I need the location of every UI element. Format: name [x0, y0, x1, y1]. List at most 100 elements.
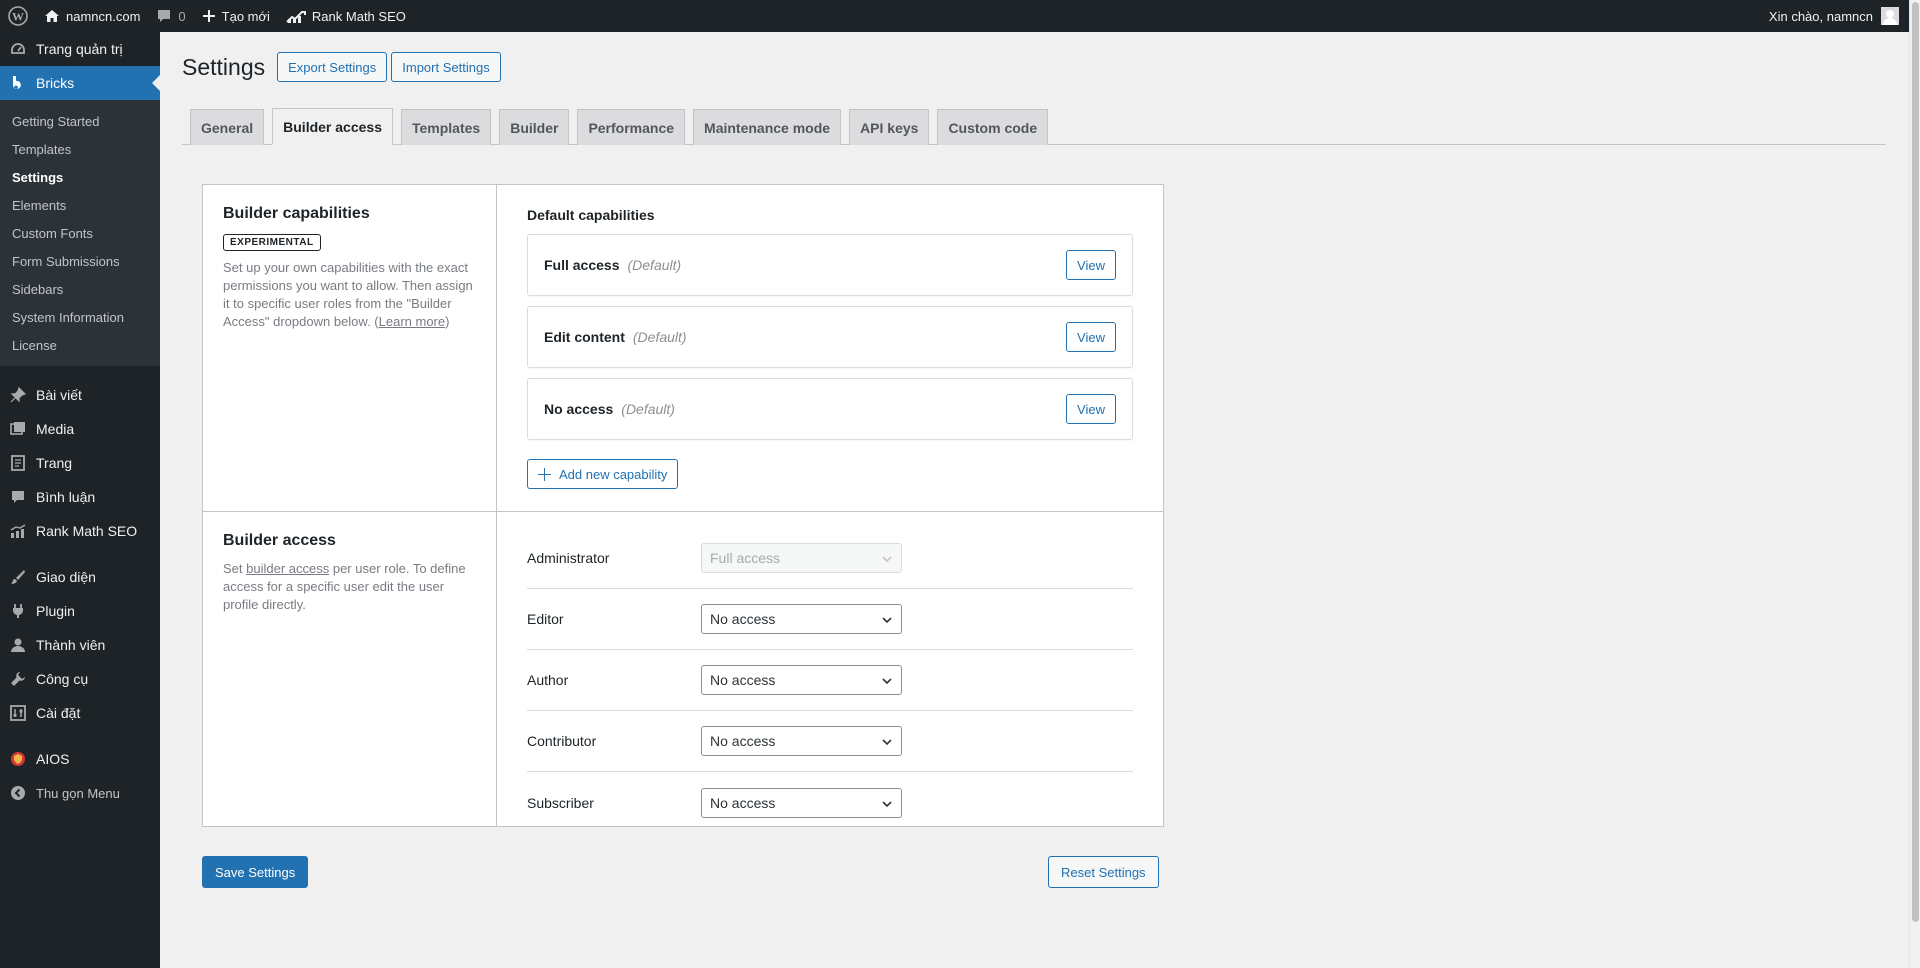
- menu-posts[interactable]: Bài viết: [0, 378, 160, 412]
- tab-custom-code[interactable]: Custom code: [937, 109, 1049, 145]
- media-library-icon: [10, 421, 26, 437]
- bricks-b-icon: [10, 75, 26, 91]
- menu-dashboard[interactable]: Trang quản trị: [0, 32, 160, 66]
- bricks-submenu: Getting Started Templates Settings Eleme…: [0, 100, 160, 366]
- page-header: Settings Export Settings Import Settings: [182, 52, 501, 82]
- capability-card: No access (Default) View: [527, 378, 1133, 440]
- role-label: Author: [527, 672, 569, 688]
- menu-pages[interactable]: Trang: [0, 446, 160, 480]
- avatar: [1881, 7, 1899, 25]
- access-info: Builder access Set builder access per us…: [203, 512, 497, 826]
- submenu-system-information[interactable]: System Information: [0, 303, 160, 331]
- site-name-link[interactable]: namncn.com: [36, 0, 148, 32]
- save-settings-button[interactable]: Save Settings: [202, 856, 309, 888]
- add-capability-label: Add new capability: [559, 466, 668, 482]
- submenu-form-submissions[interactable]: Form Submissions: [0, 247, 160, 275]
- view-capability-button[interactable]: View: [1066, 322, 1116, 352]
- capability-name: Edit content: [544, 329, 625, 345]
- menu-rankmath-label: Rank Math SEO: [36, 523, 138, 539]
- menu-bricks[interactable]: Bricks: [0, 66, 160, 100]
- capability-default-tag: (Default): [621, 401, 675, 417]
- menu-settings[interactable]: Cài đặt: [0, 696, 160, 730]
- tab-templates[interactable]: Templates: [400, 109, 492, 145]
- role-access-select[interactable]: No access: [701, 787, 902, 818]
- role-label: Contributor: [527, 733, 597, 749]
- tab-performance[interactable]: Performance: [577, 109, 686, 145]
- view-capability-button[interactable]: View: [1066, 394, 1116, 424]
- menu-media[interactable]: Media: [0, 412, 160, 446]
- submenu-license[interactable]: License: [0, 331, 160, 359]
- submenu-sidebars[interactable]: Sidebars: [0, 275, 160, 303]
- menu-media-label: Media: [36, 421, 75, 437]
- comments-count: 0: [178, 8, 186, 24]
- capability-default-tag: (Default): [627, 257, 682, 273]
- svg-text:W: W: [12, 10, 24, 24]
- menu-rankmath[interactable]: Rank Math SEO: [0, 514, 160, 548]
- menu-plugins[interactable]: Plugin: [0, 594, 160, 628]
- submenu-elements[interactable]: Elements: [0, 191, 160, 219]
- rankmath-label: Rank Math SEO: [311, 8, 406, 24]
- menu-tools[interactable]: Công cụ: [0, 662, 160, 696]
- menu-comments[interactable]: Bình luận: [0, 480, 160, 514]
- submenu-custom-fonts[interactable]: Custom Fonts: [0, 219, 160, 247]
- comment-bubble-icon: [10, 489, 26, 505]
- menu-users[interactable]: Thành viên: [0, 628, 160, 662]
- role-access-select[interactable]: No access: [701, 604, 902, 634]
- role-row-contributor: Contributor No access: [527, 711, 1133, 772]
- experimental-badge: EXPERIMENTAL: [223, 234, 321, 251]
- menu-aios[interactable]: AIOS: [0, 742, 160, 776]
- rankmath-link[interactable]: Rank Math SEO: [278, 0, 414, 32]
- rankmath-chart-icon: [10, 523, 26, 539]
- scrollbar-thumb[interactable]: [1912, 2, 1919, 922]
- builder-access-section: Builder access Set builder access per us…: [203, 512, 1163, 826]
- home-icon: [44, 8, 60, 24]
- tab-general[interactable]: General: [190, 109, 265, 145]
- new-content-link[interactable]: Tạo mới: [194, 0, 278, 32]
- view-capability-button[interactable]: View: [1066, 250, 1116, 280]
- learn-more-link[interactable]: Learn more: [379, 314, 445, 329]
- tab-builder-access[interactable]: Builder access: [272, 108, 393, 145]
- menu-appearance[interactable]: Giao diện: [0, 560, 160, 594]
- role-row-subscriber: Subscriber No access: [527, 772, 1133, 833]
- plug-icon: [10, 603, 26, 619]
- builder-access-link[interactable]: builder access: [246, 561, 329, 576]
- capabilities-list: Default capabilities Full access (Defaul…: [497, 185, 1163, 511]
- builder-capabilities-section: Builder capabilities EXPERIMENTAL Set up…: [203, 185, 1163, 512]
- import-settings-button[interactable]: Import Settings: [391, 52, 501, 82]
- menu-tools-label: Công cụ: [36, 671, 89, 687]
- wordpress-logo-icon[interactable]: W: [0, 0, 36, 32]
- select-value: No access: [710, 733, 776, 749]
- default-capabilities-title: Default capabilities: [527, 207, 655, 223]
- submenu-getting-started[interactable]: Getting Started: [0, 107, 160, 135]
- capability-card: Full access (Default) View: [527, 234, 1133, 296]
- menu-users-label: Thành viên: [36, 637, 106, 653]
- role-access-select[interactable]: No access: [701, 726, 902, 756]
- select-value: Full access: [710, 550, 781, 566]
- capabilities-desc-end: ): [445, 314, 450, 329]
- chevron-down-icon: [882, 800, 892, 807]
- my-account-link[interactable]: Xin chào, namncn: [1761, 0, 1909, 32]
- menu-bricks-label: Bricks: [36, 75, 75, 91]
- access-description: Set builder access per user role. To def…: [223, 560, 476, 614]
- submenu-settings[interactable]: Settings: [0, 163, 160, 191]
- export-settings-button[interactable]: Export Settings: [277, 52, 388, 82]
- main-content: Settings Export Settings Import Settings…: [160, 32, 1909, 968]
- submenu-templates[interactable]: Templates: [0, 135, 160, 163]
- role-access-select[interactable]: No access: [701, 665, 902, 695]
- access-title: Builder access: [223, 532, 336, 549]
- comments-link[interactable]: 0: [148, 0, 193, 32]
- menu-settings-label: Cài đặt: [36, 705, 81, 721]
- reset-settings-button[interactable]: Reset Settings: [1048, 856, 1159, 888]
- tab-builder[interactable]: Builder: [499, 109, 570, 145]
- add-new-capability-button[interactable]: Add new capability: [527, 459, 679, 489]
- tab-maintenance-mode[interactable]: Maintenance mode: [693, 109, 842, 145]
- page-scrollbar[interactable]: [1909, 0, 1920, 968]
- admin-sidebar: Trang quản trị Bricks Getting Started Te…: [0, 32, 160, 968]
- menu-comments-label: Bình luận: [36, 489, 96, 505]
- admin-bar: W namncn.com 0 Tạo mới Rank Math SEO Xin…: [0, 0, 1909, 32]
- collapse-menu-button[interactable]: Thu gọn Menu: [0, 776, 160, 810]
- new-label: Tạo mới: [221, 8, 270, 24]
- tab-api-keys[interactable]: API keys: [849, 109, 930, 145]
- aios-shield-icon: [10, 751, 26, 767]
- user-icon: [10, 637, 26, 653]
